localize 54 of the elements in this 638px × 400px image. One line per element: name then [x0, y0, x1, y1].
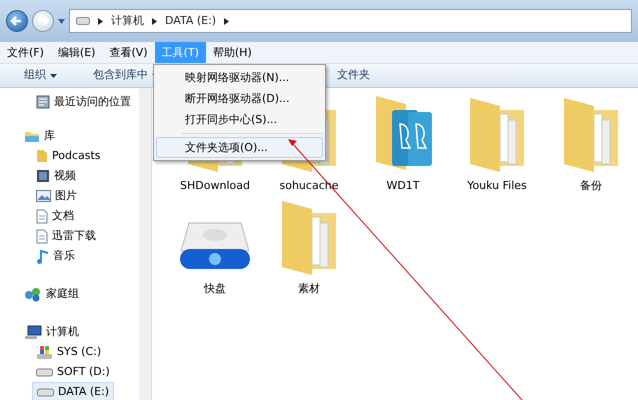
library-icon: [24, 130, 40, 142]
drive-icon: [36, 367, 53, 377]
menu-item[interactable]: 文件夹选项(O)...: [156, 137, 323, 158]
back-button[interactable]: [6, 10, 28, 32]
scrollbar[interactable]: [139, 88, 151, 400]
windows-drive-icon: [36, 344, 53, 360]
file-item[interactable]: WD1T: [356, 92, 450, 194]
file-item[interactable]: Youku Files: [450, 92, 544, 194]
chevron-icon[interactable]: [98, 18, 103, 24]
computer-icon: [24, 324, 42, 340]
sidebar-item[interactable]: Podcasts: [32, 146, 105, 166]
sidebar-item[interactable]: 最近访问的位置: [32, 92, 135, 112]
breadcrumb-item[interactable]: 计算机: [111, 12, 144, 30]
sidebar-item[interactable]: 迅雷下载: [32, 226, 100, 246]
sidebar-item[interactable]: 库: [20, 126, 59, 146]
sidebar-item[interactable]: SOFT (D:): [32, 362, 114, 382]
address-bar[interactable]: 计算机 DATA (E:): [69, 9, 632, 33]
drive-icon: [37, 387, 54, 397]
picture-icon: [36, 190, 51, 202]
menu-item[interactable]: 文件(F): [0, 42, 51, 63]
document-icon: [36, 228, 48, 244]
sidebar-item[interactable]: 视频: [32, 166, 80, 186]
video-icon: [36, 169, 50, 183]
sidebar-item[interactable]: 文档: [32, 206, 78, 226]
file-item[interactable]: 素材: [262, 194, 356, 297]
toolbar-button[interactable]: 组织: [14, 64, 67, 87]
menu-item[interactable]: 打开同步中心(S)...: [156, 109, 323, 130]
file-item[interactable]: 备份: [544, 92, 638, 194]
forward-button[interactable]: [32, 10, 54, 32]
document-icon: [36, 208, 48, 224]
sidebar-item[interactable]: DATA (E:): [32, 382, 114, 400]
forward-arrow-icon: [38, 16, 50, 26]
sidebar-item[interactable]: 音乐: [32, 246, 79, 266]
breadcrumb-item[interactable]: DATA (E:): [165, 12, 216, 30]
sidebar-item[interactable]: 计算机: [20, 322, 83, 342]
menu-item[interactable]: 编辑(E): [50, 42, 102, 63]
music-note-icon: [36, 248, 49, 264]
menu-item[interactable]: 查看(V): [102, 42, 155, 63]
file-item[interactable]: 快盘: [168, 194, 262, 297]
chevron-icon[interactable]: [152, 18, 157, 24]
recent-places-icon: [36, 95, 50, 109]
sidebar-item[interactable]: 家庭组: [20, 284, 83, 304]
chevron-icon[interactable]: [224, 18, 230, 24]
sidebar-item[interactable]: 图片: [32, 186, 81, 206]
drive-icon: [76, 17, 90, 25]
sidebar-item[interactable]: SYS (C:): [32, 342, 106, 362]
toolbar-button[interactable]: 文件夹: [327, 64, 380, 87]
back-arrow-icon: [10, 16, 22, 26]
homegroup-icon: [24, 286, 42, 302]
menu-item[interactable]: 帮助(H): [206, 42, 259, 63]
menu-item[interactable]: 映射网络驱动器(N)...: [156, 67, 323, 88]
menu-item[interactable]: 断开网络驱动器(D)...: [156, 88, 323, 109]
folder-icon: [36, 149, 48, 163]
dropdown-icon[interactable]: [58, 18, 65, 24]
